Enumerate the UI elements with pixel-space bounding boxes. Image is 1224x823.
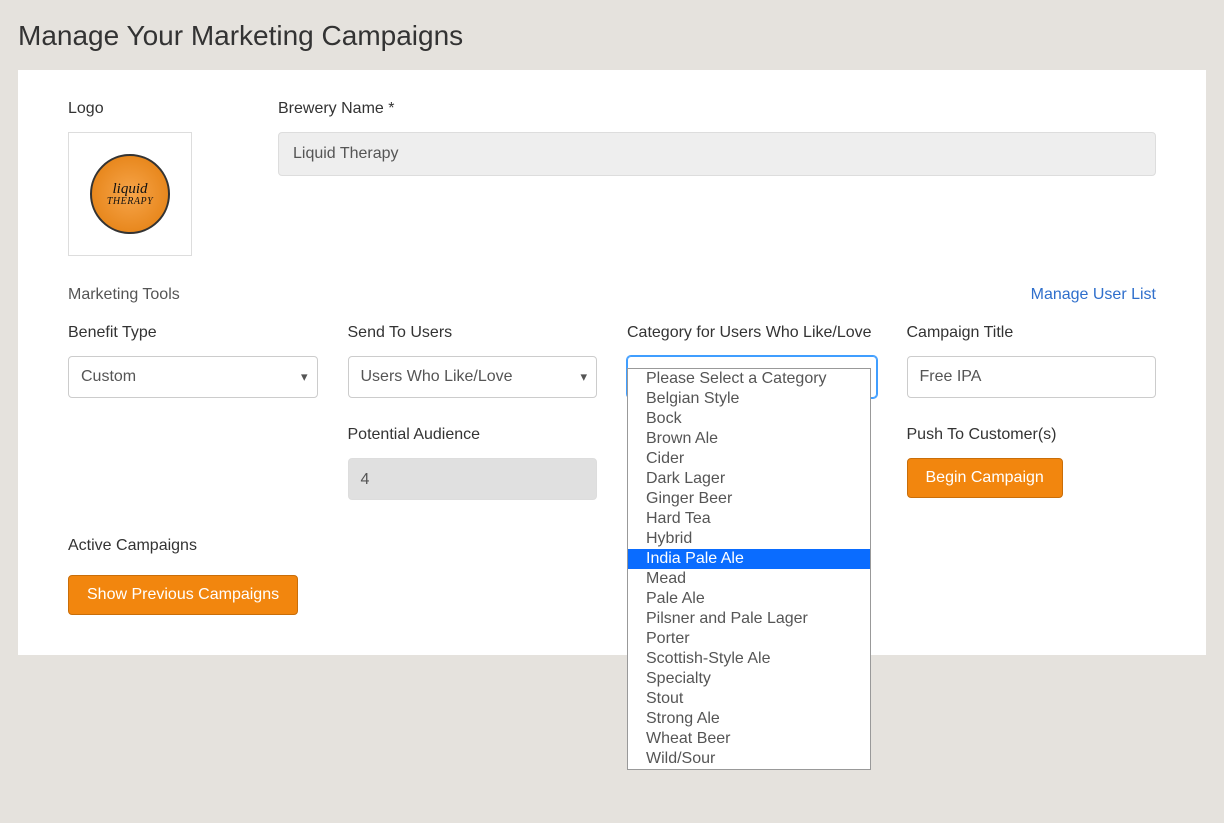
category-label: Category for Users Who Like/Love xyxy=(627,324,877,342)
logo-text-bottom: THERAPY xyxy=(107,197,153,207)
category-option[interactable]: Wild/Sour xyxy=(628,749,870,769)
category-option[interactable]: Ginger Beer xyxy=(628,489,870,509)
push-label: Push To Customer(s) xyxy=(907,426,1157,444)
category-option[interactable]: Belgian Style xyxy=(628,389,870,409)
logo-text-top: liquid xyxy=(112,182,147,197)
marketing-tools-label: Marketing Tools xyxy=(68,286,180,304)
campaign-title-label: Campaign Title xyxy=(907,324,1157,342)
logo-preview[interactable]: liquid THERAPY xyxy=(68,132,192,256)
category-option[interactable]: Stout xyxy=(628,689,870,709)
category-option[interactable]: Hybrid xyxy=(628,529,870,549)
category-option[interactable]: Strong Ale xyxy=(628,709,870,729)
page-title: Manage Your Marketing Campaigns xyxy=(18,0,1206,70)
brewery-name-label: Brewery Name * xyxy=(278,100,1156,118)
category-option[interactable]: Mead xyxy=(628,569,870,589)
category-option[interactable]: Cider xyxy=(628,449,870,469)
category-option[interactable]: India Pale Ale xyxy=(628,549,870,569)
category-option[interactable]: Hard Tea xyxy=(628,509,870,529)
logo-image: liquid THERAPY xyxy=(90,154,170,234)
main-panel: Logo liquid THERAPY Brewery Name * Liqui… xyxy=(18,70,1206,655)
active-campaigns-label: Active Campaigns xyxy=(68,537,1156,555)
category-option[interactable]: Scottish-Style Ale xyxy=(628,649,870,669)
campaign-title-field[interactable] xyxy=(907,356,1157,398)
category-option[interactable]: Specialty xyxy=(628,669,870,689)
category-option[interactable]: Please Select a Category xyxy=(628,369,870,389)
category-option[interactable]: Wheat Beer xyxy=(628,729,870,749)
category-dropdown-listbox[interactable]: Please Select a CategoryBelgian StyleBoc… xyxy=(627,368,871,770)
category-option[interactable]: Dark Lager xyxy=(628,469,870,489)
potential-audience-label: Potential Audience xyxy=(348,426,598,444)
logo-label: Logo xyxy=(68,100,248,118)
manage-user-list-link[interactable]: Manage User List xyxy=(1031,286,1156,304)
begin-campaign-button[interactable]: Begin Campaign xyxy=(907,458,1063,498)
potential-audience-value: 4 xyxy=(348,458,598,500)
category-option[interactable]: Pilsner and Pale Lager xyxy=(628,609,870,629)
category-option[interactable]: Pale Ale xyxy=(628,589,870,609)
brewery-name-field: Liquid Therapy xyxy=(278,132,1156,176)
category-option[interactable]: Porter xyxy=(628,629,870,649)
send-to-users-label: Send To Users xyxy=(348,324,598,342)
benefit-type-select[interactable]: Custom xyxy=(68,356,318,398)
category-option[interactable]: Bock xyxy=(628,409,870,429)
send-to-users-select[interactable]: Users Who Like/Love xyxy=(348,356,598,398)
benefit-type-label: Benefit Type xyxy=(68,324,318,342)
show-previous-campaigns-button[interactable]: Show Previous Campaigns xyxy=(68,575,298,615)
category-option[interactable]: Brown Ale xyxy=(628,429,870,449)
